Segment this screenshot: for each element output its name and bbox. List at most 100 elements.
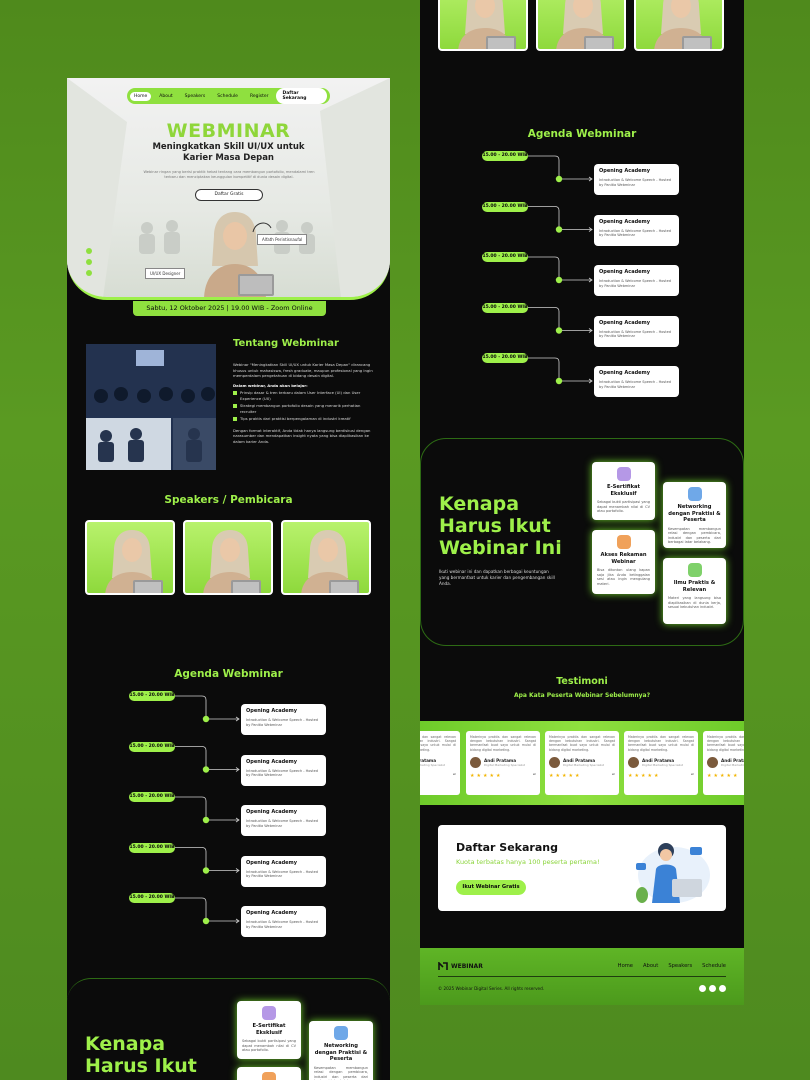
twitter-icon[interactable] — [86, 270, 92, 276]
agenda-card-desc: Introduction & Welcome Speech - Hosted b… — [599, 329, 671, 339]
agenda-title: Agenda Webminar — [174, 668, 283, 680]
nav-home-link[interactable]: Home — [130, 91, 152, 101]
hero-register-button[interactable]: Daftar Gratis — [195, 189, 263, 201]
star-icon: ★ — [495, 772, 501, 779]
twitter-icon[interactable] — [709, 985, 716, 992]
footer-brand[interactable]: WEBINAR — [438, 962, 483, 971]
footer-home-link[interactable]: Home — [618, 963, 633, 969]
star-icon: ★ — [707, 772, 712, 779]
agenda-time-badge: 15.00 - 20.00 WIB — [129, 792, 175, 802]
speaker-photo — [458, 0, 516, 49]
why-heading: Kenapa Harus Ikut Webinar Ini — [439, 493, 562, 559]
star-icon: ★ — [726, 772, 731, 779]
about-point: Strategi membangun portofolio desain yan… — [233, 403, 373, 414]
star-icon: ★ — [470, 772, 475, 779]
testimoni-title: Testimoni — [556, 676, 608, 687]
speaker-photo — [301, 530, 359, 593]
speaker-card[interactable] — [634, 0, 724, 51]
star-icon: ★ — [732, 772, 738, 779]
benefit-card: E-Sertifikat Eksklusif Sebagai bukti par… — [237, 1001, 301, 1059]
facebook-icon[interactable] — [699, 985, 706, 992]
agenda-card[interactable]: Opening Academy Introduction & Welcome Sp… — [594, 366, 679, 397]
agenda-card[interactable]: Opening Academy Introduction & Welcome Sp… — [241, 855, 326, 887]
agenda-card-title: Opening Academy — [246, 708, 298, 714]
rating-stars: ★★★★★” — [549, 773, 615, 780]
why-heading-line: Kenapa — [85, 1033, 166, 1055]
knowledge-icon — [687, 563, 702, 577]
benefit-card: E-Sertifikat Eksklusif Sebagai bukti par… — [592, 462, 655, 520]
recording-icon — [616, 535, 631, 549]
instagram-icon[interactable] — [719, 985, 726, 992]
hero-role-tag: UI/UX Designer — [145, 268, 186, 279]
avatar — [549, 756, 560, 768]
agenda-card[interactable]: Opening Academy Introduction & Welcome Sp… — [241, 704, 326, 735]
nav-register-link[interactable]: Register — [246, 92, 273, 101]
speaker-card[interactable] — [281, 520, 371, 595]
avatar — [707, 756, 718, 768]
benefit-title: E-Sertifikat Eksklusif — [252, 1023, 286, 1036]
testimonial-quote: Materinya praktis dan sangat relevan den… — [628, 735, 694, 752]
footer-speakers-link[interactable]: Speakers — [668, 963, 692, 969]
benefit-title: Networking dengan Praktisi & Peserta — [668, 504, 721, 523]
arrow-doodle-icon — [252, 222, 272, 233]
agenda-card[interactable]: Opening Academy Introduction & Welcome Sp… — [594, 265, 679, 296]
speaker-card[interactable] — [183, 520, 273, 595]
nav-speakers-link[interactable]: Speakers — [181, 92, 210, 101]
agenda-card[interactable]: Opening Academy Introduction & Welcome Sp… — [594, 315, 679, 347]
hero-subtitle: Meningkatkan Skill UI/UX untuk Karier Ma… — [152, 142, 305, 163]
star-icon: ★ — [489, 772, 494, 779]
agenda-time-badge: 15.00 - 20.00 WIB — [482, 201, 528, 212]
footer-schedule-link[interactable]: Schedule — [702, 963, 726, 969]
testimonial-role: Digital Marketing Specialist — [721, 762, 744, 767]
why-heading-line: Webinar Ini — [439, 537, 562, 559]
testimoni-subtitle: Apa Kata Peserta Webinar Sebelumnya? — [513, 692, 651, 699]
about-content: Webinar "Meningkatkan Skill UI/UX untuk … — [233, 362, 373, 444]
rating-stars: ★★★★★” — [470, 773, 536, 780]
quote-icon: ” — [452, 772, 456, 780]
benefit-card: Networking dengan Praktisi & Peserta Kes… — [309, 1021, 373, 1080]
agenda-card[interactable]: Opening Academy Introduction & Welcome Sp… — [594, 214, 679, 246]
landing-page-preview-left: Home About Speakers Schedule Register Da… — [67, 78, 390, 1080]
cta-title: Daftar Sekarang — [456, 841, 558, 854]
about-point: Prinsip dasar & tren terbaru dalam User … — [233, 390, 373, 401]
star-icon: ★ — [719, 772, 725, 779]
agenda-card[interactable]: Opening Academy Introduction & Welcome Sp… — [241, 805, 326, 836]
logo-icon — [438, 962, 448, 970]
agenda-card-desc: Introduction & Welcome Speech - Hosted b… — [599, 380, 671, 389]
agenda-card-desc: Introduction & Welcome Speech - Hosted b… — [246, 869, 318, 879]
testimonial-role: Digital Marketing Specialist — [563, 762, 604, 767]
benefit-title: E-Sertifikat Eksklusif — [606, 484, 641, 497]
about-paragraph: Webinar "Meningkatkan Skill UI/UX untuk … — [233, 362, 373, 378]
nav-about-link[interactable]: About — [155, 92, 176, 101]
testimonial-card: Materinya praktis dan sangat relevan den… — [624, 731, 698, 795]
agenda-card[interactable]: Opening Academy Introduction & Welcome Sp… — [241, 906, 326, 937]
agenda-node — [555, 276, 563, 284]
testimonial-quote: Materinya praktis dan sangat relevan den… — [470, 735, 536, 752]
star-icon: ★ — [713, 772, 718, 779]
agenda-card[interactable]: Opening Academy Introduction & Welcome Sp… — [594, 164, 679, 195]
hero-bg-shape — [320, 78, 390, 297]
join-webinar-button[interactable]: Ikut Webinar Gratis — [456, 880, 526, 895]
agenda-node — [202, 816, 210, 824]
agenda-card-title: Opening Academy — [599, 168, 651, 174]
facebook-icon[interactable] — [86, 259, 92, 265]
speaker-card[interactable] — [85, 520, 175, 595]
hero-section: Home About Speakers Schedule Register Da… — [67, 78, 390, 300]
nav-register-button[interactable]: Daftar Sekarang — [276, 88, 327, 104]
testimonial-author: Andi PratamaDigital Marketing Specialist — [707, 756, 744, 768]
testimoni-carousel[interactable]: Materinya praktis dan sangat relevan den… — [420, 721, 744, 805]
agenda-card[interactable]: Opening Academy Introduction & Welcome Sp… — [241, 754, 326, 786]
benefit-card: Akses Rekaman Webinar Bisa ditonton ulan… — [592, 530, 655, 594]
benefit-desc: Kesempatan membangun relasi dengan pembi… — [314, 1065, 368, 1080]
testimonial-card: Materinya praktis dan sangat relevan den… — [420, 731, 460, 795]
hero-title: WEBMINAR — [166, 120, 291, 142]
speaker-card[interactable] — [438, 0, 528, 51]
star-icon: ★ — [640, 772, 646, 779]
instagram-icon[interactable] — [86, 248, 92, 254]
event-date-bar: Sabtu, 12 Oktober 2025 | 19.00 WIB - Zoo… — [133, 301, 326, 316]
footer-about-link[interactable]: About — [643, 963, 658, 969]
agenda-time-badge: 15.00 - 20.00 WIB — [129, 893, 175, 903]
speaker-card[interactable] — [536, 0, 626, 51]
nav-schedule-link[interactable]: Schedule — [213, 92, 242, 101]
about-title: Tentang Webminar — [233, 338, 339, 349]
